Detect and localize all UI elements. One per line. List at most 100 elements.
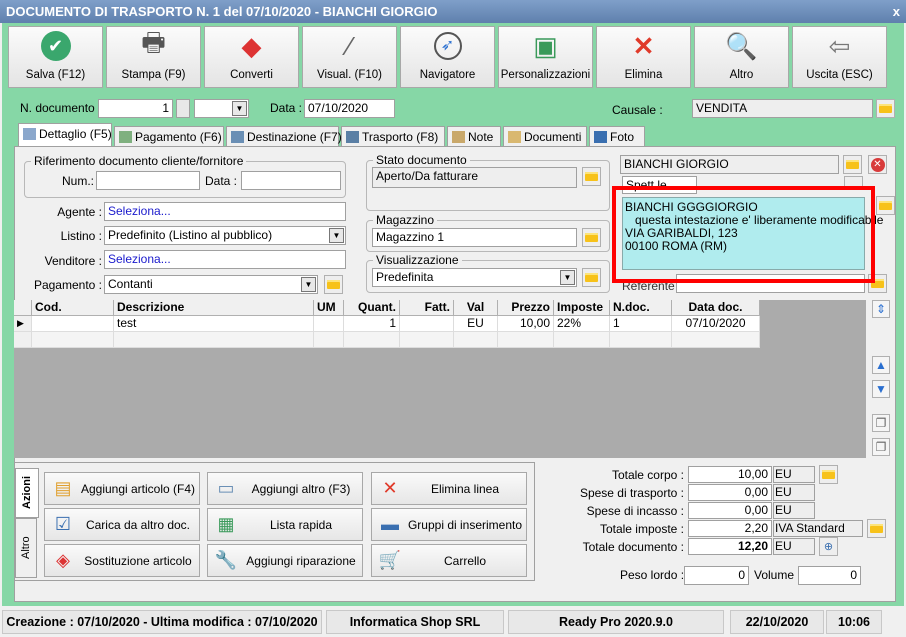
toolbar-button-0[interactable]: ✔ Salva (F12) <box>8 26 103 88</box>
grid-cell-empty[interactable] <box>672 332 760 348</box>
column-header[interactable]: Prezzo <box>498 300 554 316</box>
tab-3[interactable]: Trasporto (F8) <box>341 126 445 147</box>
tab-altro[interactable]: Altro <box>15 518 37 578</box>
column-header[interactable]: Fatt. <box>400 300 454 316</box>
agente-input[interactable]: Seleziona... <box>104 202 346 221</box>
column-header[interactable]: Data doc. <box>672 300 760 316</box>
imposte-folder-button[interactable] <box>867 519 886 538</box>
grid-cell[interactable]: 1 <box>610 316 672 332</box>
magazzino-input[interactable]: Magazzino 1 <box>372 228 577 247</box>
total-value[interactable]: 0,00 <box>688 502 772 519</box>
tab-azioni[interactable]: Azioni <box>15 468 39 518</box>
copy-row-button[interactable]: ❐ <box>872 414 890 432</box>
causale-folder-button[interactable] <box>876 99 895 118</box>
num-input[interactable] <box>96 171 200 190</box>
toolbar-button-2[interactable]: ◆ Converti <box>204 26 299 88</box>
column-header[interactable]: Cod. <box>32 300 114 316</box>
column-header[interactable]: UM <box>314 300 344 316</box>
grid-cell[interactable]: 1 <box>344 316 400 332</box>
stato-folder-button[interactable] <box>582 167 601 186</box>
tab-6[interactable]: Foto <box>589 126 645 147</box>
grid-cell-empty[interactable] <box>114 332 314 348</box>
ndoc-series-select[interactable]: ▼ <box>194 99 249 118</box>
grid-cell[interactable]: 10,00 <box>498 316 554 332</box>
volume-input[interactable]: 0 <box>798 566 861 585</box>
visualizzazione-folder-button[interactable] <box>582 268 601 287</box>
grid-cell-empty[interactable] <box>498 332 554 348</box>
listino-select[interactable]: Predefinito (Listino al pubblico) ▼ <box>104 226 346 245</box>
column-header[interactable]: Quant. <box>344 300 400 316</box>
visualizzazione-select[interactable]: Predefinita ▼ <box>372 268 577 287</box>
action-button-3[interactable]: ☑ Carica da altro doc. <box>44 508 200 541</box>
toolbar-button-3[interactable]: ⁄ Visual. (F10) <box>302 26 397 88</box>
tab-5[interactable]: Documenti <box>503 126 587 147</box>
arrow-down-button[interactable]: ▼ <box>872 380 890 398</box>
grid-cell[interactable]: test <box>114 316 314 332</box>
grid-cell[interactable] <box>32 316 114 332</box>
tab-2[interactable]: Destinazione (F7) <box>226 126 342 147</box>
action-button-5[interactable]: ▬ Gruppi di inserimento <box>371 508 527 541</box>
ndoc-spin-button[interactable] <box>176 99 190 118</box>
total-value[interactable]: 0,00 <box>688 484 772 501</box>
grid-cell[interactable] <box>314 316 344 332</box>
paste-row-button[interactable]: ❐ <box>872 438 890 456</box>
venditore-input[interactable]: Seleziona... <box>104 250 346 269</box>
grid-cell-empty[interactable] <box>314 332 344 348</box>
toolbar-button-6[interactable]: ✕ Elimina <box>596 26 691 88</box>
grid-cell-empty[interactable] <box>454 332 498 348</box>
action-button-1[interactable]: ▭ Aggiungi altro (F3) <box>207 472 363 505</box>
column-header[interactable]: Descrizione <box>114 300 314 316</box>
totale-corpo-folder-button[interactable] <box>819 465 838 484</box>
data-input[interactable]: 07/10/2020 <box>304 99 395 118</box>
grid-cell[interactable]: EU <box>454 316 498 332</box>
action-button-2[interactable]: ✕ Elimina linea <box>371 472 527 505</box>
tab-icon <box>231 131 244 143</box>
grid-cell-empty[interactable] <box>344 332 400 348</box>
status-date: 22/10/2020 <box>730 610 824 634</box>
action-button-0[interactable]: ▤ Aggiungi articolo (F4) <box>44 472 200 505</box>
move-updown-icon[interactable]: ⇕ <box>872 300 890 318</box>
grid-cell[interactable] <box>400 316 454 332</box>
clear-cliente-button[interactable]: ✕ <box>868 155 887 174</box>
causale-input[interactable]: VENDITA <box>692 99 873 118</box>
cliente-folder-button[interactable] <box>843 155 862 174</box>
total-value[interactable]: 12,20 <box>688 538 772 555</box>
toolbar-button-4[interactable]: ➶ Navigatore <box>400 26 495 88</box>
cliente-name-input[interactable]: BIANCHI GIORGIO <box>620 155 839 174</box>
magazzino-folder-button[interactable] <box>582 228 601 247</box>
toolbar-button-5[interactable]: ▣ Personalizzazioni <box>498 26 593 88</box>
pagamento-folder-button[interactable] <box>324 275 343 294</box>
toolbar-button-8[interactable]: ⇦ Uscita (ESC) <box>792 26 887 88</box>
grid-cell[interactable]: 22% <box>554 316 610 332</box>
action-button-4[interactable]: ▦ Lista rapida <box>207 508 363 541</box>
column-header[interactable]: Imposte <box>554 300 610 316</box>
action-button-8[interactable]: 🛒 Carrello <box>371 544 527 577</box>
action-button-6[interactable]: ◈ Sostituzione articolo <box>44 544 200 577</box>
tab-1[interactable]: Pagamento (F6) <box>114 126 224 147</box>
grid-cell-empty[interactable] <box>610 332 672 348</box>
chevron-down-icon: ▼ <box>329 228 344 243</box>
close-button[interactable]: x <box>893 0 900 23</box>
grid-cell-empty[interactable] <box>32 332 114 348</box>
total-value[interactable]: 10,00 <box>688 466 772 483</box>
rif-data-input[interactable] <box>241 171 341 190</box>
toolbar-button-1[interactable]: 🖶 Stampa (F9) <box>106 26 201 88</box>
grid-cell[interactable]: 07/10/2020 <box>672 316 760 332</box>
column-header[interactable]: Val <box>454 300 498 316</box>
tab-4[interactable]: Note <box>447 126 501 147</box>
peso-input[interactable]: 0 <box>684 566 749 585</box>
arrow-up-button[interactable]: ▲ <box>872 356 890 374</box>
toolbar-button-7[interactable]: 🔍 Altro <box>694 26 789 88</box>
column-header[interactable]: N.doc. <box>610 300 672 316</box>
pagamento-select[interactable]: Contanti ▼ <box>104 275 318 294</box>
row-indicator-icon[interactable]: ▶ <box>14 316 32 332</box>
zoom-total-button[interactable]: ⊕ <box>819 537 838 556</box>
tab-0[interactable]: Dettaglio (F5) <box>18 123 112 147</box>
ndoc-input[interactable]: 1 <box>98 99 173 118</box>
total-value[interactable]: 2,20 <box>688 520 772 537</box>
magnifier-book-icon: 🔍 <box>725 30 758 61</box>
stato-input[interactable]: Aperto/Da fatturare <box>372 167 577 188</box>
grid-cell-empty[interactable] <box>400 332 454 348</box>
action-button-7[interactable]: 🔧 Aggiungi riparazione <box>207 544 363 577</box>
grid-cell-empty[interactable] <box>554 332 610 348</box>
